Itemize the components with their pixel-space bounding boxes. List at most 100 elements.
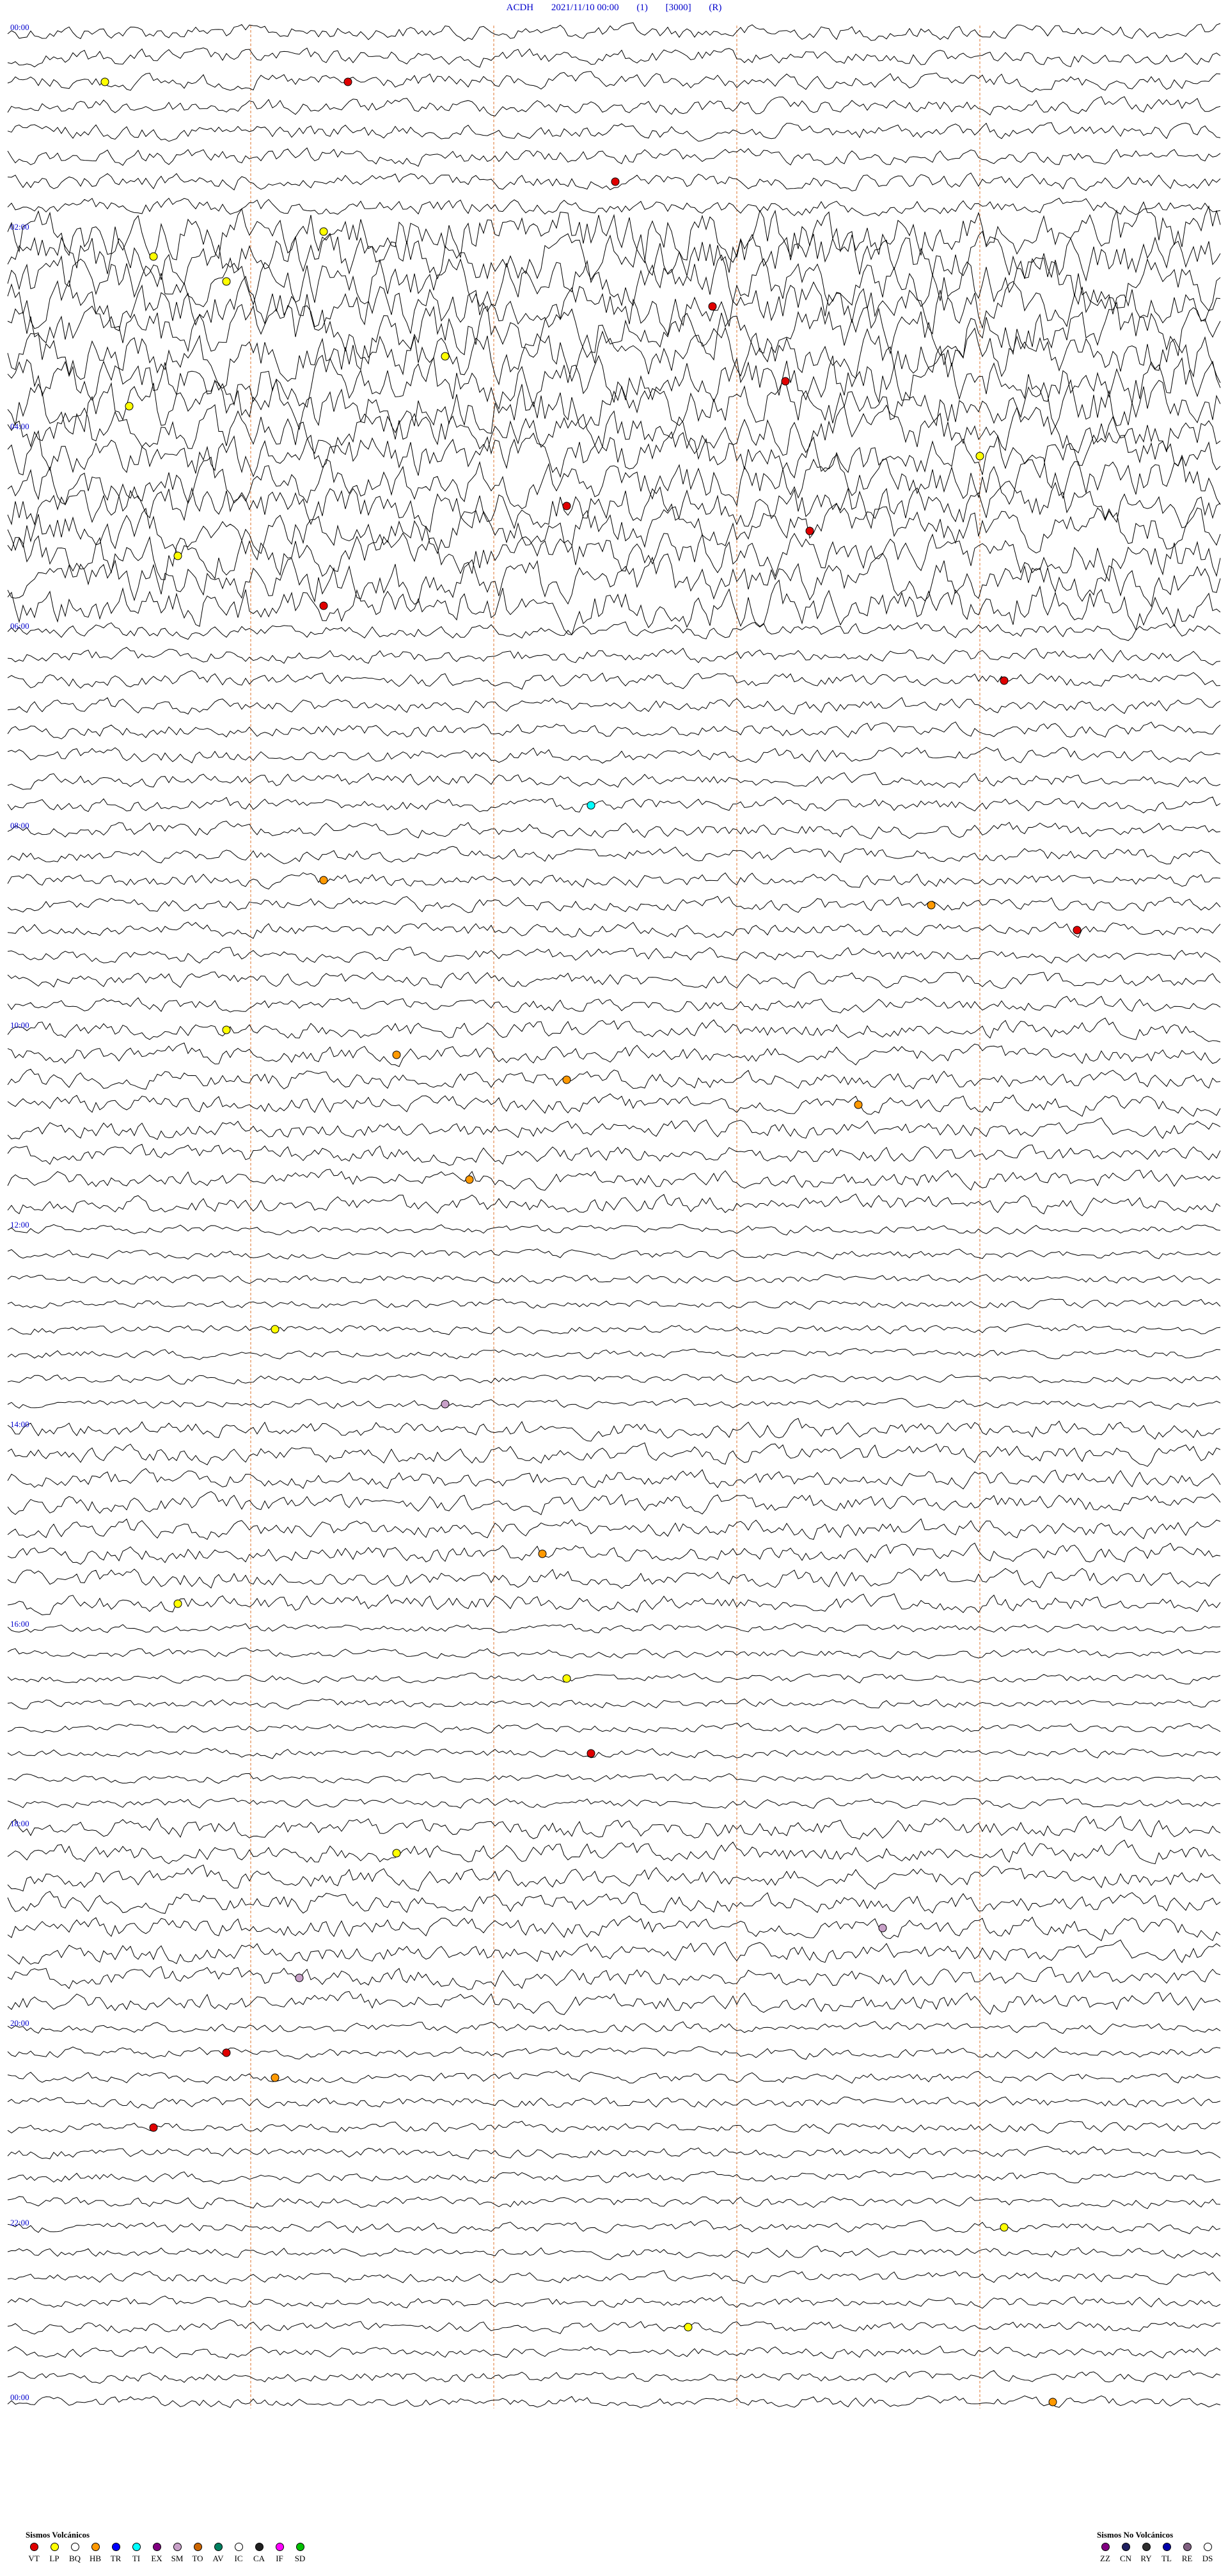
trace-row — [7, 47, 1221, 68]
legend-nonvolcanic-item-ds: DS — [1199, 2543, 1216, 2564]
event-marker-vt — [586, 1749, 595, 1758]
legend-code: EX — [151, 2554, 162, 2563]
trace-row — [7, 2345, 1221, 2359]
legend-code: VT — [28, 2554, 40, 2563]
legend-dot-icon — [1162, 2543, 1171, 2551]
legend-dot-icon — [152, 2543, 161, 2551]
time-label: 10:00 — [10, 1020, 29, 1030]
event-marker-lp — [125, 402, 134, 411]
event-marker-vt — [149, 2123, 158, 2132]
trace-row — [7, 2096, 1221, 2109]
trace-row — [7, 796, 1221, 814]
legend-nonvolcanic-item-tl: TL — [1158, 2543, 1175, 2564]
legend-volcanic-item-ic: IC — [230, 2543, 247, 2564]
trace-row — [7, 1773, 1221, 1784]
trace-row — [7, 1117, 1221, 1141]
trace-row — [7, 1418, 1221, 1442]
trace-row — [7, 1491, 1221, 1515]
trace-row — [7, 301, 1221, 365]
trace-row — [7, 2046, 1221, 2060]
event-marker-vt — [1000, 676, 1009, 685]
trace-row — [7, 1647, 1221, 1659]
trace-row — [7, 1966, 1221, 1990]
trace-row — [7, 1864, 1221, 1892]
legend-dot-icon — [173, 2543, 182, 2551]
legend-dot-icon — [214, 2543, 223, 2551]
trace-row — [7, 1798, 1221, 1810]
event-marker-hb — [392, 1050, 401, 1059]
event-marker-hb — [465, 1175, 474, 1184]
event-marker-sm — [295, 1973, 304, 1982]
time-label: 04:00 — [10, 422, 29, 431]
legend-dot-icon — [275, 2543, 284, 2551]
legend-dot-icon — [1203, 2543, 1212, 2551]
event-marker-lp — [975, 452, 984, 461]
trace-row — [7, 201, 1221, 264]
trace-row — [7, 747, 1221, 764]
time-label: 12:00 — [10, 1220, 29, 1229]
trace-row — [7, 1224, 1221, 1236]
legend-volcanic: Sismos Volcánicos VT LP BQ HB TR TI EX SM TO AV IC… — [26, 2530, 308, 2564]
legend-code: RY — [1140, 2554, 1152, 2563]
trace-row — [7, 1324, 1221, 1336]
trace-row — [7, 198, 1221, 217]
trace-row — [7, 122, 1221, 142]
event-marker-lp — [149, 252, 158, 261]
legend-code: TO — [192, 2554, 203, 2563]
event-marker-lp — [319, 227, 328, 236]
trace-row — [7, 96, 1221, 116]
time-label: 22:00 — [10, 2218, 29, 2227]
legend-volcanic-item-bq: BQ — [67, 2543, 83, 2564]
trace-row — [7, 430, 1221, 478]
legend-code: DS — [1202, 2554, 1213, 2563]
trace-row — [7, 670, 1221, 690]
legend-dot-icon — [255, 2543, 264, 2551]
event-marker-lp — [271, 1325, 279, 1334]
legend-volcanic-item-sm: SM — [169, 2543, 185, 2564]
trace-row — [7, 846, 1221, 865]
trace-row — [7, 821, 1221, 839]
trace-row — [7, 147, 1221, 167]
legend-code: AV — [212, 2554, 224, 2563]
trace-row — [7, 2021, 1221, 2035]
trace-row — [7, 621, 1221, 642]
event-marker-lp — [173, 1599, 182, 1608]
event-marker-hb — [854, 1100, 863, 1109]
trace-row — [7, 579, 1221, 636]
legend-code: IF — [276, 2554, 283, 2563]
trace-row — [7, 921, 1221, 939]
trace-row — [7, 1915, 1221, 1941]
trace-row — [7, 1698, 1221, 1710]
event-marker-lp — [222, 277, 231, 286]
trace-row — [7, 227, 1221, 285]
legend-nonvolcanic: Sismos No Volcánicos ZZ CN RY TL RE DS — [1097, 2530, 1216, 2564]
trace-row — [7, 1274, 1221, 1284]
event-marker-vt — [805, 526, 814, 535]
legend-dot-icon — [91, 2543, 100, 2551]
trace-row — [7, 946, 1221, 964]
trace-row — [7, 1623, 1221, 1634]
legend-code: SD — [294, 2554, 306, 2563]
legend-volcanic-items: VT LP BQ HB TR TI EX SM TO AV IC CA IF SD — [26, 2543, 308, 2564]
trace-row — [7, 1748, 1221, 1759]
legend-dot-icon — [1101, 2543, 1110, 2551]
trace-row — [7, 2071, 1221, 2084]
event-marker-sm — [441, 1400, 450, 1409]
event-marker-vt — [319, 601, 328, 610]
trace-row — [7, 2370, 1221, 2384]
trace-row — [7, 2295, 1221, 2309]
legend-nonvolcanic-items: ZZ CN RY TL RE DS — [1097, 2543, 1216, 2564]
event-markers — [100, 77, 1082, 2406]
trace-row — [7, 995, 1221, 1014]
event-marker-lp — [392, 1849, 401, 1858]
trace-row — [7, 2319, 1221, 2335]
trace-row — [7, 1815, 1221, 1840]
legend-dot-icon — [132, 2543, 141, 2551]
legend-code: CA — [253, 2554, 265, 2563]
time-label: 20:00 — [10, 2018, 29, 2028]
legend-dot-icon — [234, 2543, 243, 2551]
legend-code: TI — [132, 2554, 141, 2563]
legend-volcanic-item-av: AV — [210, 2543, 226, 2564]
trace-row — [7, 1374, 1221, 1385]
event-marker-hb — [927, 901, 936, 910]
